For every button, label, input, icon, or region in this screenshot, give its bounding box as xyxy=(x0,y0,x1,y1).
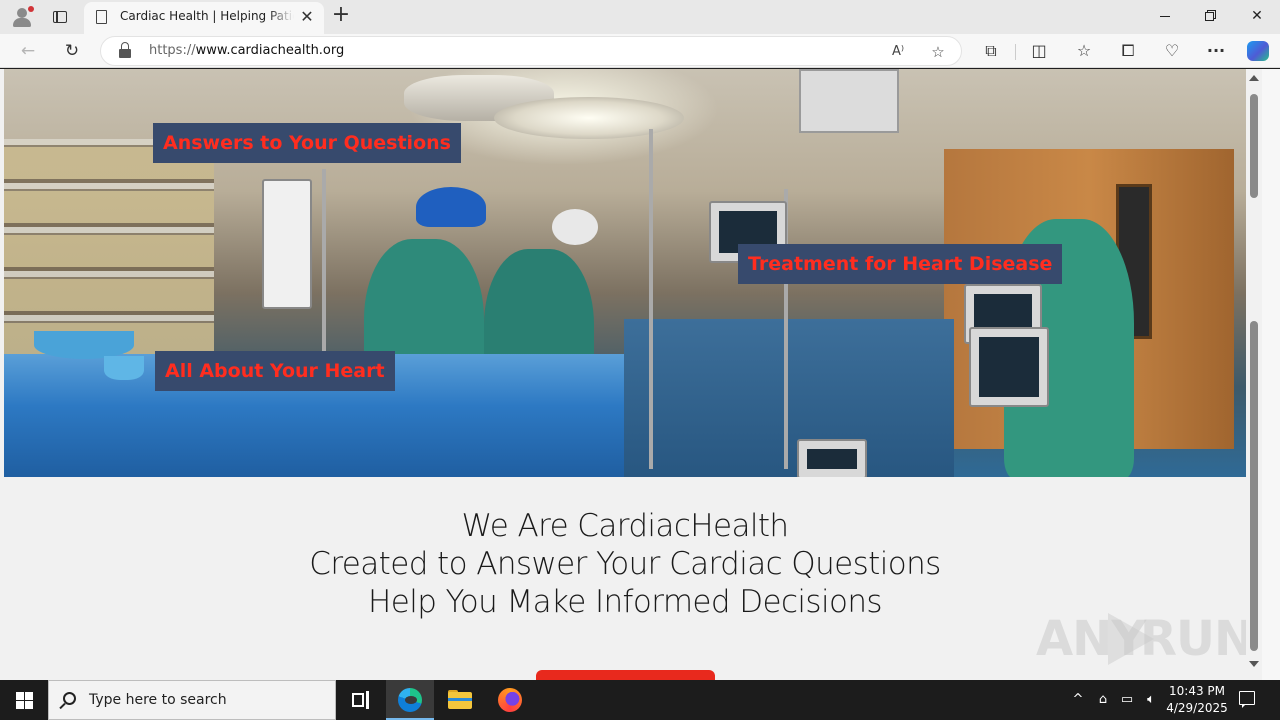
split-screen-icon[interactable]: ◫ xyxy=(1025,39,1053,63)
restore-button[interactable] xyxy=(1188,0,1234,32)
scroll-down-arrow-icon[interactable] xyxy=(1249,661,1259,667)
document-icon xyxy=(96,10,107,24)
clock-date: 4/29/2025 xyxy=(1166,701,1228,715)
clock-time: 10:43 PM xyxy=(1169,684,1225,698)
intro-line-2: Created to Answer Your Cardiac Questions xyxy=(309,546,941,582)
reload-button[interactable]: ↻ xyxy=(58,38,86,64)
taskbar-clock[interactable]: 10:43 PM 4/29/2025 xyxy=(1164,683,1230,717)
firefox-icon[interactable] xyxy=(486,680,534,720)
file-explorer-icon[interactable] xyxy=(436,680,484,720)
browser-toolbar: ← ↻ https://www.cardiachealth.org A⁾ ☆ ⧉… xyxy=(0,34,1280,68)
browser-tab-active[interactable]: Cardiac Health | Helping Patients Make I… xyxy=(84,2,324,34)
scroll-up-arrow-icon[interactable] xyxy=(1249,75,1259,81)
address-bar[interactable]: https://www.cardiachealth.org A⁾ ☆ xyxy=(100,36,962,66)
profile-icon[interactable] xyxy=(10,6,34,28)
hero-link-heart[interactable]: All About Your Heart xyxy=(155,351,395,391)
tray-overflow-chevron-icon[interactable]: ^ xyxy=(1070,690,1086,710)
watermark-right: RUN xyxy=(1140,611,1254,667)
hero-link-answers[interactable]: Answers to Your Questions xyxy=(153,123,461,163)
network-icon[interactable]: ▭ xyxy=(1118,690,1136,710)
windows-taskbar: Type here to search ^ ⌂ ▭ 🔈︎ 10:43 PM 4/… xyxy=(0,680,1280,720)
url-text[interactable]: https://www.cardiachealth.org xyxy=(149,43,344,58)
volume-icon[interactable]: 🔈︎ xyxy=(1142,690,1160,710)
extensions-icon[interactable]: ⧉ xyxy=(977,39,1005,63)
scroll-track[interactable] xyxy=(1250,321,1258,651)
edge-icon[interactable] xyxy=(386,680,434,720)
add-favorite-icon[interactable]: ☆ xyxy=(927,41,949,63)
tab-close-button[interactable]: ✕ xyxy=(298,8,316,26)
taskbar-search-box[interactable]: Type here to search xyxy=(48,680,336,720)
hero-link-treatment[interactable]: Treatment for Heart Disease xyxy=(738,244,1063,284)
tab-title: Cardiac Health | Helping Patients Make I… xyxy=(120,9,294,23)
more-menu-icon[interactable]: ··· xyxy=(1202,39,1230,63)
back-button[interactable]: ← xyxy=(14,38,42,64)
scroll-thumb[interactable] xyxy=(1250,94,1258,198)
browser-essentials-icon[interactable]: ♡ xyxy=(1158,39,1186,63)
window-close-button[interactable]: ✕ xyxy=(1234,0,1280,32)
browser-title-bar: Cardiac Health | Helping Patients Make I… xyxy=(0,0,1280,34)
hero-image: Answers to Your Questions Treatment for … xyxy=(4,69,1246,477)
cta-button[interactable] xyxy=(536,670,715,680)
page-viewport: Answers to Your Questions Treatment for … xyxy=(0,69,1262,680)
lock-icon[interactable] xyxy=(119,42,131,58)
search-placeholder: Type here to search xyxy=(89,692,227,708)
favorites-icon[interactable]: ☆ xyxy=(1070,39,1098,63)
intro-heading: We Are CardiacHealth Created to Answer Y… xyxy=(4,507,1246,621)
toolbar-divider xyxy=(1015,44,1016,60)
copilot-icon[interactable] xyxy=(1244,39,1272,63)
read-aloud-icon[interactable]: A⁾ xyxy=(887,41,909,63)
tab-actions-icon[interactable] xyxy=(50,8,70,26)
task-view-icon[interactable] xyxy=(336,680,384,720)
page-scrollbar[interactable] xyxy=(1246,69,1262,680)
notification-icon[interactable] xyxy=(1236,690,1258,710)
windows-start-icon[interactable] xyxy=(0,680,48,720)
url-host: www.cardiachealth.org xyxy=(195,43,345,58)
device-icon[interactable]: ⌂ xyxy=(1094,690,1112,710)
url-protocol: https:// xyxy=(149,43,196,58)
intro-line-1: We Are CardiacHealth xyxy=(461,508,790,544)
new-tab-button[interactable]: + xyxy=(330,4,352,28)
collections-icon[interactable]: ⧠ xyxy=(1114,39,1142,63)
anyrun-watermark: ANY RUN xyxy=(1036,609,1254,669)
sidebar-strip xyxy=(1262,69,1280,680)
minimize-button[interactable] xyxy=(1142,0,1188,32)
